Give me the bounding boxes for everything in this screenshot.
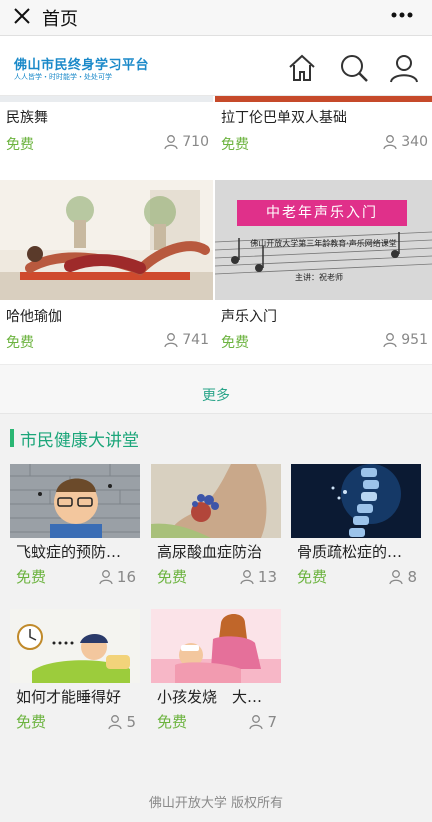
health-title: 小孩发烧 大… bbox=[157, 688, 263, 706]
health-thumbnail bbox=[151, 609, 281, 683]
health-price: 免费 bbox=[157, 568, 188, 586]
user-icon bbox=[383, 135, 397, 150]
health-title: 高尿酸血症防治 bbox=[157, 543, 263, 561]
course-title: 民族舞 bbox=[6, 110, 48, 126]
learner-count: 710 bbox=[163, 134, 209, 150]
thumb-subtitle: 佛山开放大学第三年龄教育·声乐网络课堂 bbox=[250, 239, 397, 248]
learner-count: 7 bbox=[248, 713, 277, 731]
health-title: 如何才能睡得好 bbox=[16, 688, 122, 706]
learner-count: 340 bbox=[382, 134, 428, 150]
learner-count: 13 bbox=[239, 568, 277, 586]
learner-count: 951 bbox=[382, 332, 428, 348]
section-accent-bar bbox=[10, 429, 14, 447]
health-thumbnail bbox=[291, 464, 421, 538]
course-card[interactable]: 民族舞 免费 710 bbox=[0, 96, 213, 164]
course-card[interactable]: 中老年声乐入门 佛山开放大学第三年龄教育·声乐网络课堂 主讲：祝老师 声乐入门 … bbox=[215, 180, 432, 362]
more-row: 更多 bbox=[0, 364, 432, 413]
site-slogan: 人人皆学・时时能学・处处可学 bbox=[14, 73, 112, 81]
course-grid: 民族舞 免费 710 拉丁伦巴单双人基础 免费 340 哈他瑜伽 免费 741 … bbox=[0, 96, 432, 414]
user-icon bbox=[99, 570, 113, 585]
learner-count: 741 bbox=[163, 332, 209, 348]
user-icon bbox=[164, 135, 178, 150]
user-icon bbox=[389, 570, 404, 585]
section-title: 市民健康大讲堂 bbox=[10, 428, 139, 451]
health-card[interactable]: 飞蚊症的预防… 免费 16 bbox=[10, 464, 140, 592]
footer-copyright: 佛山开放大学 版权所有 bbox=[148, 796, 284, 811]
course-price: 免费 bbox=[6, 335, 34, 351]
health-price: 免费 bbox=[16, 713, 47, 731]
thumb-teacher: 主讲：祝老师 bbox=[295, 273, 343, 282]
top-bar: 首页 bbox=[0, 0, 432, 36]
user-icon bbox=[164, 333, 178, 348]
course-thumbnail bbox=[215, 96, 432, 102]
learner-count: 5 bbox=[107, 713, 136, 731]
course-card[interactable]: 拉丁伦巴单双人基础 免费 340 bbox=[215, 96, 432, 164]
more-options-icon[interactable] bbox=[388, 3, 416, 27]
thumb-banner-title: 中老年声乐入门 bbox=[237, 200, 407, 226]
health-price: 免费 bbox=[16, 568, 47, 586]
user-icon bbox=[108, 715, 123, 730]
course-price: 免费 bbox=[221, 137, 249, 153]
health-card[interactable]: 小孩发烧 大… 免费 7 bbox=[151, 609, 281, 737]
page-title: 首页 bbox=[42, 9, 78, 30]
health-thumbnail bbox=[10, 464, 140, 538]
course-thumbnail bbox=[0, 180, 213, 300]
user-icon bbox=[240, 570, 254, 585]
health-card[interactable]: 高尿酸血症防治 免费 13 bbox=[151, 464, 281, 592]
health-title: 骨质疏松症的… bbox=[297, 543, 403, 561]
course-title: 拉丁伦巴单双人基础 bbox=[221, 110, 347, 126]
user-icon[interactable] bbox=[388, 52, 420, 84]
home-icon[interactable] bbox=[286, 52, 318, 84]
section-title-text: 市民健康大讲堂 bbox=[20, 430, 139, 451]
course-thumbnail: 中老年声乐入门 佛山开放大学第三年龄教育·声乐网络课堂 主讲：祝老师 bbox=[215, 180, 432, 300]
health-thumbnail bbox=[10, 609, 140, 683]
site-logo-title[interactable]: 佛山市民终身学习平台 bbox=[14, 54, 149, 73]
health-price: 免费 bbox=[297, 568, 328, 586]
health-card[interactable]: 骨质疏松症的… 免费 8 bbox=[291, 464, 421, 592]
search-icon[interactable] bbox=[338, 52, 370, 84]
course-thumbnail bbox=[0, 96, 213, 102]
health-price: 免费 bbox=[157, 713, 188, 731]
close-icon[interactable] bbox=[10, 4, 34, 28]
health-title: 飞蚊症的预防… bbox=[16, 543, 122, 561]
health-thumbnail bbox=[151, 464, 281, 538]
user-icon bbox=[383, 333, 397, 348]
more-button[interactable]: 更多 bbox=[0, 385, 432, 405]
user-icon bbox=[249, 715, 264, 730]
course-title: 哈他瑜伽 bbox=[6, 309, 62, 325]
course-card[interactable]: 哈他瑜伽 免费 741 bbox=[0, 180, 213, 362]
course-price: 免费 bbox=[6, 137, 34, 153]
course-title: 声乐入门 bbox=[221, 309, 277, 325]
course-price: 免费 bbox=[221, 335, 249, 351]
site-header: 佛山市民终身学习平台 人人皆学・时时能学・处处可学 bbox=[0, 36, 432, 96]
learner-count: 16 bbox=[98, 568, 136, 586]
health-card[interactable]: 如何才能睡得好 免费 5 bbox=[10, 609, 140, 737]
learner-count: 8 bbox=[388, 568, 417, 586]
